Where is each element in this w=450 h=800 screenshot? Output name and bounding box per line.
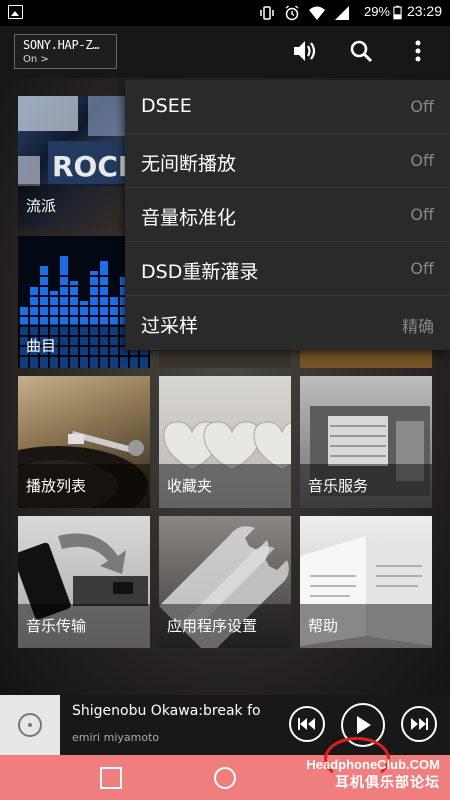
tile-label: 帮助	[308, 617, 339, 635]
next-button[interactable]	[401, 706, 437, 742]
disc-icon	[18, 713, 42, 737]
menu-item-dsd-remastering[interactable]: DSD重新灌录 Off	[125, 242, 450, 296]
menu-item-label: DSEE	[141, 95, 192, 117]
battery-percent: 29%	[363, 4, 390, 19]
watermark: HeadphoneClub.COM 耳机俱乐部论坛	[306, 757, 440, 792]
menu-item-label: DSD重新灌录	[141, 261, 259, 283]
tile-label: 播放列表	[26, 477, 87, 495]
overflow-menu-icon	[415, 40, 421, 62]
tile-favorites[interactable]: 收藏夹	[159, 376, 291, 508]
menu-item-value: Off	[410, 151, 434, 170]
alarm-icon	[285, 5, 299, 21]
menu-item-oversampling[interactable]: 过采样 精确	[125, 296, 450, 350]
album-art	[0, 695, 60, 755]
menu-item-label: 音量标准化	[141, 207, 237, 229]
tile-help[interactable]: 帮助	[300, 516, 432, 648]
menu-item-dsee[interactable]: DSEE Off	[125, 80, 450, 134]
tile-label: 音乐服务	[308, 477, 369, 495]
track-artist: emiri miyamoto	[72, 731, 160, 744]
play-icon	[357, 716, 371, 734]
tile-label: 曲目	[26, 337, 57, 355]
recents-icon[interactable]	[99, 766, 123, 790]
signal-icon	[335, 6, 349, 20]
menu-item-gapless[interactable]: 无间断播放 Off	[125, 134, 450, 188]
volume-icon	[294, 41, 316, 61]
menu-item-volume-normalization[interactable]: 音量标准化 Off	[125, 188, 450, 242]
volume-button[interactable]	[290, 36, 320, 66]
overflow-menu-button[interactable]	[403, 36, 433, 66]
watermark-line2: 耳机俱乐部论坛	[335, 775, 440, 791]
watermark-line1: HeadphoneClub.COM	[306, 757, 440, 772]
menu-item-value: Off	[410, 97, 434, 116]
tile-music-transfer[interactable]: 音乐传输	[18, 516, 150, 648]
tile-label: 收藏夹	[167, 477, 213, 495]
track-title: Shigenobu Okawa:break fo	[72, 703, 261, 719]
search-button[interactable]	[346, 36, 376, 66]
menu-item-label: 过采样	[141, 315, 199, 337]
vibrate-icon	[260, 6, 274, 20]
menu-item-label: 无间断播放	[141, 153, 237, 175]
battery-icon	[393, 5, 402, 20]
tile-music-services[interactable]: 音乐服务	[300, 376, 432, 508]
menu-item-value: 精确	[401, 317, 434, 336]
search-icon	[350, 40, 373, 63]
home-icon[interactable]	[213, 766, 237, 790]
tile-label: 应用程序设置	[167, 617, 258, 635]
toolbar: SONY.HAP-Z… On >	[0, 26, 450, 78]
clock: 23:29	[406, 3, 442, 19]
navigation-bar: HeadphoneClub.COM 耳机俱乐部论坛	[0, 737, 450, 800]
menu-item-value: Off	[410, 205, 434, 224]
wifi-icon	[309, 6, 325, 20]
previous-button[interactable]	[289, 706, 325, 742]
tile-label: 音乐传输	[26, 617, 87, 635]
gallery-notification-icon	[8, 5, 23, 19]
device-selector[interactable]: SONY.HAP-Z… On >	[14, 34, 117, 69]
menu-item-value: Off	[410, 259, 434, 278]
status-bar: 29% 23:29	[0, 0, 450, 26]
previous-icon	[298, 718, 315, 730]
tile-app-settings[interactable]: 应用程序设置	[159, 516, 291, 648]
audio-settings-menu: DSEE Off 无间断播放 Off 音量标准化 Off DSD重新灌录 Off…	[125, 80, 450, 350]
next-icon	[411, 718, 428, 730]
device-name: SONY.HAP-Z…	[23, 38, 100, 52]
status-icons	[259, 3, 350, 23]
tile-playlists[interactable]: 播放列表	[18, 376, 150, 508]
device-status: On >	[23, 54, 49, 65]
tile-label: 流派	[26, 197, 57, 215]
